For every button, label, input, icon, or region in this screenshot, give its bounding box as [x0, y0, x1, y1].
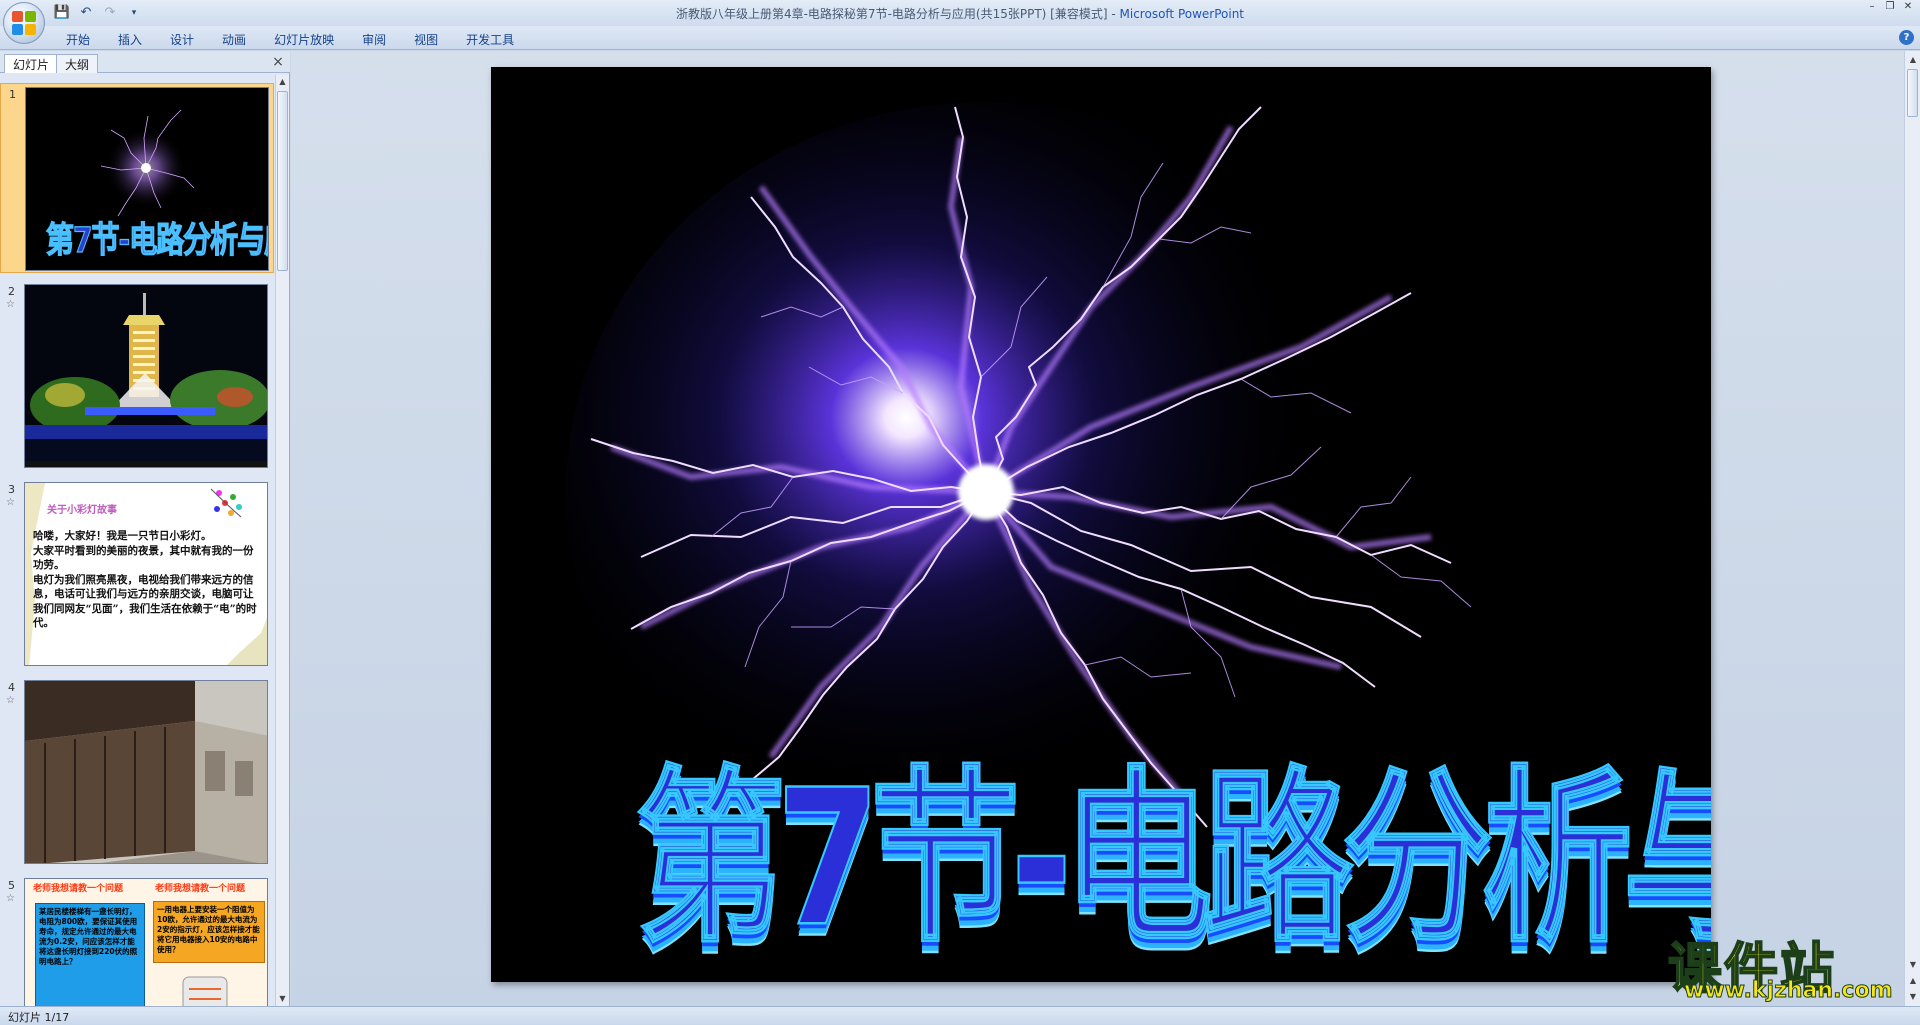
animation-star-icon: ☆	[6, 299, 15, 310]
title-separator: -	[1111, 7, 1116, 21]
thumbnail-image: 关于小彩灯故事 哈喽，大家好！我是一只节日小彩灯。 大家平时看到的美丽的夜景，其…	[24, 482, 268, 666]
thumbnail-image: 老师我想请教一个问题 老师我想请教一个问题 某居民楼楼梯有一盏长明灯，电阻为80…	[24, 878, 268, 1006]
status-bar: 幻灯片 1/17	[0, 1006, 1920, 1025]
thumbnail-question-box-left: 某居民楼楼梯有一盏长明灯，电阻为800欧，要保证其使用寿命，规定允许通过的最大电…	[35, 903, 145, 1006]
thumbnail-number: 1	[9, 88, 16, 101]
scroll-thumb[interactable]	[1907, 69, 1918, 117]
slide-counter: 幻灯片 1/17	[8, 1011, 70, 1024]
scroll-up-icon[interactable]: ▲	[1906, 53, 1920, 67]
heater-image	[182, 976, 228, 1006]
thumbnail-title: 第7节-电路分析与应用	[45, 219, 268, 262]
thumbnail-number: 4	[8, 681, 15, 694]
thumbnail-number: 5	[8, 879, 15, 892]
current-slide[interactable]: 第7节-电路分析与应用	[491, 67, 1711, 982]
thumbnail-list: 1 第7节-电路分析与应用 2 ☆	[0, 75, 274, 1006]
scroll-up-icon[interactable]: ▲	[276, 75, 289, 89]
animation-star-icon: ☆	[6, 497, 15, 508]
thumbnail-number: 2	[8, 285, 15, 298]
tab-home[interactable]: 开始	[52, 29, 104, 50]
next-slide-icon[interactable]: ▼	[1906, 990, 1920, 1004]
thumbnail-slide-1[interactable]: 1 第7节-电路分析与应用	[0, 83, 274, 273]
slide-editor: 第7节-电路分析与应用	[291, 51, 1904, 1006]
night-tower-image	[25, 285, 267, 467]
tab-review[interactable]: 审阅	[348, 29, 400, 50]
thumbnail-body: 哈喽，大家好！我是一只节日小彩灯。 大家平时看到的美丽的夜景，其中就有我的一份功…	[33, 530, 257, 629]
thumbnail-heading-left: 老师我想请教一个问题	[33, 884, 124, 894]
minimize-icon[interactable]: –	[1864, 1, 1880, 13]
pane-tabs: 幻灯片 大纲 ×	[0, 51, 290, 73]
thumbnail-image	[24, 680, 268, 864]
help-icon[interactable]: ?	[1899, 30, 1914, 45]
app-name: Microsoft PowerPoint	[1119, 7, 1245, 21]
watermark-url: www.kjzhan.com	[1684, 978, 1894, 1004]
title-bar: 💾 ↶ ↷ ▾ 浙教版八年级上册第4章-电路探秘第7节-电路分析与应用(共15张…	[0, 0, 1920, 26]
thumbnail-slide-2[interactable]: 2 ☆	[0, 281, 274, 471]
close-icon[interactable]: ✕	[1900, 1, 1916, 13]
window-controls: – ❐ ✕	[1864, 1, 1916, 13]
scroll-down-icon[interactable]: ▼	[276, 992, 289, 1006]
thumbnail-question-box-right: 一用电器上要安装一个阻值为10欧，允许通过的最大电流为2安的指示灯，应该怎样接才…	[153, 901, 265, 963]
tab-slideshow[interactable]: 幻灯片放映	[260, 29, 348, 50]
thumbnail-image	[24, 284, 268, 468]
thumbnail-heading-right: 老师我想请教一个问题	[155, 884, 246, 894]
previous-slide-icon[interactable]: ▲	[1906, 974, 1920, 988]
ribbon: 开始 插入 设计 动画 幻灯片放映 审阅 视图 开发工具 ?	[0, 26, 1920, 50]
tab-outline[interactable]: 大纲	[56, 54, 99, 73]
old-street-image	[25, 681, 267, 863]
lightning-thumbnail-icon	[100, 109, 195, 217]
animation-star-icon: ☆	[6, 695, 15, 706]
office-logo-icon	[12, 11, 36, 35]
scroll-thumb[interactable]	[277, 91, 288, 271]
thumbnail-slide-5[interactable]: 5 ☆ 老师我想请教一个问题 老师我想请教一个问题 某居民楼楼梯有一盏长明灯，电…	[0, 875, 274, 1006]
ribbon-tabs: 开始 插入 设计 动画 幻灯片放映 审阅 视图 开发工具	[52, 29, 528, 50]
window-title: 浙教版八年级上册第4章-电路探秘第7节-电路分析与应用(共15张PPT) [兼容…	[0, 5, 1920, 22]
animation-star-icon: ☆	[6, 893, 15, 904]
pane-scrollbar[interactable]: ▲ ▼	[275, 75, 289, 1006]
office-button[interactable]	[3, 2, 45, 44]
thumbnail-slide-4[interactable]: 4 ☆	[0, 677, 274, 867]
thumbnail-heading: 关于小彩灯故事	[47, 505, 117, 516]
thumbnail-image: 第7节-电路分析与应用	[25, 87, 269, 271]
tab-insert[interactable]: 插入	[104, 29, 156, 50]
document-title: 浙教版八年级上册第4章-电路探秘第7节-电路分析与应用(共15张PPT) [兼容…	[675, 7, 1108, 21]
editor-scrollbar[interactable]: ▲ ▼ ▲ ▼	[1904, 51, 1920, 1006]
restore-icon[interactable]: ❐	[1882, 1, 1898, 13]
thumbnail-number: 3	[8, 483, 15, 496]
tab-design[interactable]: 设计	[156, 29, 208, 50]
slides-pane: 幻灯片 大纲 × 1 第7节-电路分析与应用	[0, 51, 290, 1006]
tab-animations[interactable]: 动画	[208, 29, 260, 50]
tab-slides[interactable]: 幻灯片	[4, 54, 59, 73]
scroll-down-icon[interactable]: ▼	[1906, 958, 1920, 972]
tab-developer[interactable]: 开发工具	[452, 29, 528, 50]
slide-title[interactable]: 第7节-电路分析与应用	[635, 707, 1711, 978]
pane-close-icon[interactable]: ×	[270, 54, 286, 70]
tab-view[interactable]: 视图	[400, 29, 452, 50]
watermark-logo: 课件站 www.kjzhan.com	[1667, 924, 1904, 1006]
thumbnail-slide-3[interactable]: 3 ☆ 关于小彩灯故事 哈喽，大家好！我是一只节日小彩灯。 大家平时看到的美丽的…	[0, 479, 274, 669]
